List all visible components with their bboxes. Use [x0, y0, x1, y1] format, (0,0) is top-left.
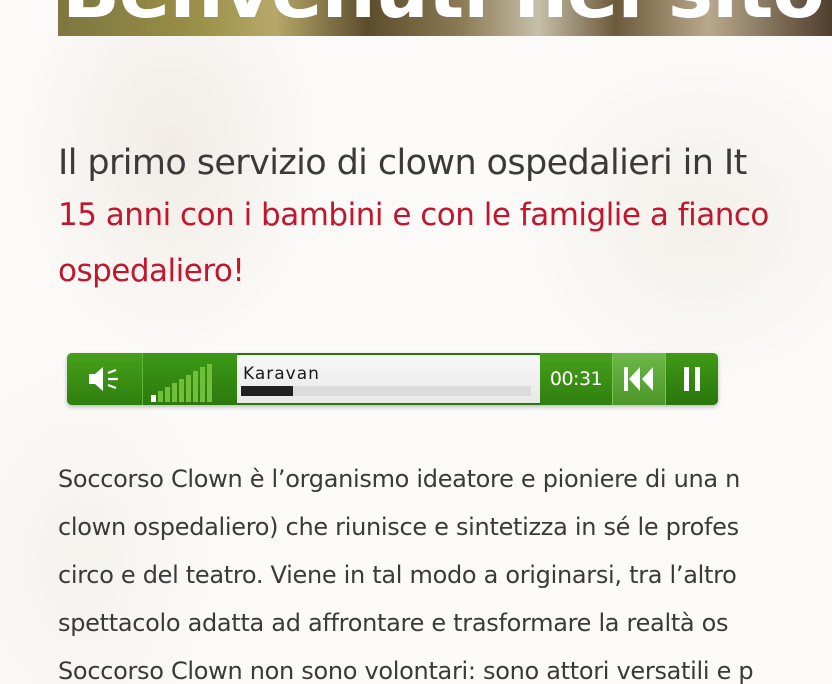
previous-track-button[interactable] — [612, 353, 665, 405]
intro-paragraph: Soccorso Clown è l’organismo ideatore e … — [58, 455, 832, 684]
track-display: Karavan — [237, 353, 540, 405]
paragraph-line: spettacolo adatta ad affrontare e trasfo… — [58, 609, 729, 637]
paragraph-line: circo e del teatro. Viene in tal modo a … — [58, 561, 737, 589]
pause-button[interactable] — [665, 353, 718, 405]
volume-level-bars — [151, 364, 212, 402]
speaker-icon — [88, 367, 118, 391]
volume-slider[interactable] — [142, 353, 237, 405]
tagline-line-2: ospedaliero! — [58, 253, 245, 289]
paragraph-line: clown ospedaliero) che riunisce e sintet… — [58, 513, 739, 541]
tagline-line-1: 15 anni con i bambini e con le famiglie … — [58, 197, 769, 233]
hero-title: Benvenuti nel sito — [62, 0, 825, 35]
paragraph-line: Soccorso Clown non sono volontari: sono … — [58, 657, 754, 684]
page-subtitle: Il primo servizio di clown ospedalieri i… — [58, 143, 747, 183]
pause-icon — [684, 367, 700, 391]
progress-fill — [241, 386, 294, 396]
elapsed-time: 00:31 — [540, 353, 612, 405]
intro-section: Il primo servizio di clown ospedalieri i… — [58, 139, 769, 299]
mute-button[interactable] — [67, 353, 142, 405]
audio-player: Karavan 00:31 — [67, 353, 718, 405]
hero-banner: Benvenuti nel sito — [58, 0, 832, 36]
paragraph-line: Soccorso Clown è l’organismo ideatore e … — [58, 465, 741, 493]
skip-back-icon — [624, 367, 653, 391]
progress-bar[interactable] — [241, 386, 531, 396]
track-title: Karavan — [243, 364, 320, 384]
